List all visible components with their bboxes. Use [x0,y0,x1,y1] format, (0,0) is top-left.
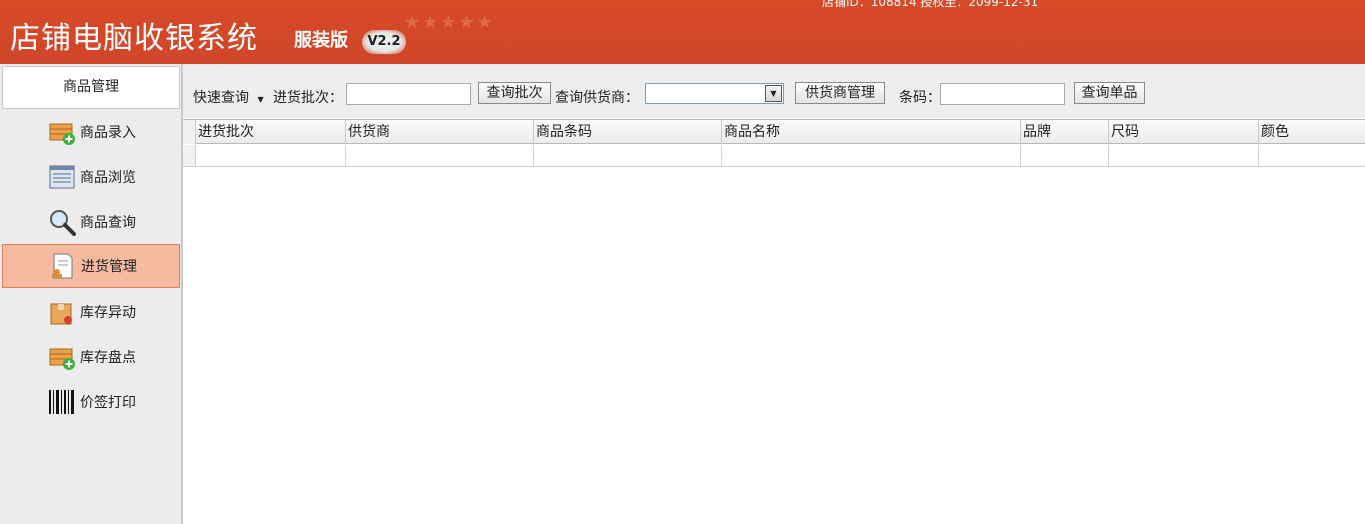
column-header[interactable]: 供货商 [346,120,534,144]
purchase-grid: 进货批次 供货商 商品条码 商品名称 品牌 尺码 颜色 [183,118,1365,524]
column-header[interactable]: 商品名称 [722,120,1021,144]
barcode-icon [49,390,74,414]
column-header[interactable]: 商品条码 [534,120,722,144]
grid-header: 进货批次 供货商 商品条码 商品名称 品牌 尺码 颜色 [183,119,1365,144]
quick-query-label: 快速查询 [193,90,249,106]
edition-label: 服装版 [294,30,348,51]
table-cell[interactable] [346,145,534,166]
row-selector-header[interactable] [183,120,196,144]
sidebar-item-label: 价签打印 [80,395,136,411]
sidebar-item-product-entry[interactable]: 商品录入 [2,110,180,154]
quick-query-dropdown[interactable]: 快速查询 ▼ [193,87,264,107]
sidebar-item-inventory-change[interactable]: 库存异动 [2,290,180,334]
table-row[interactable] [183,145,1365,167]
table-cell[interactable] [1259,145,1365,166]
sidebar-item-price-tag-print[interactable]: 价签打印 [2,380,180,424]
app-header: 店铺电脑收银系统 服装版 V2.2 ★★★★★ 店铺ID：108814 授权至：… [0,0,1365,64]
sidebar-item-product-browse[interactable]: 商品浏览 [2,155,180,199]
column-header[interactable]: 品牌 [1021,120,1109,144]
app-title: 店铺电脑收银系统 [10,21,258,56]
table-cell[interactable] [196,145,346,166]
query-batch-button[interactable]: 查询批次 [478,82,551,104]
sidebar-header[interactable]: 商品管理 [2,66,180,109]
table-cell[interactable] [1109,145,1259,166]
sidebar: 商品管理 商品录入 商品浏览 商品查询 进货管理 库存异动 库存盘点 价签打印 [0,64,183,524]
sidebar-item-label: 商品浏览 [80,170,136,186]
query-item-button[interactable]: 查询单品 [1074,82,1145,104]
sidebar-item-label: 库存异动 [80,305,136,321]
batch-label: 进货批次： [273,90,343,106]
inventory-count-icon [49,348,75,370]
sidebar-item-label: 库存盘点 [80,350,136,366]
purchase-document-icon [52,253,73,279]
dropdown-arrow-icon[interactable]: ▼ [765,85,782,102]
version-badge: V2.2 [362,30,406,54]
magnifier-icon [50,210,76,236]
product-add-icon [49,123,75,145]
sidebar-item-purchase-management[interactable]: 进货管理 [2,244,180,288]
sidebar-item-inventory-count[interactable]: 库存盘点 [2,335,180,379]
sidebar-item-label: 进货管理 [81,259,137,275]
sidebar-item-product-query[interactable]: 商品查询 [2,200,180,244]
column-header[interactable]: 进货批次 [196,120,346,144]
shop-info: 店铺ID：108814 授权至：2099-12-31 [822,0,1039,9]
table-cell[interactable] [1021,145,1109,166]
inventory-change-icon [50,303,72,325]
supplier-management-button[interactable]: 供货商管理 [795,82,885,104]
query-toolbar: 快速查询 ▼ 进货批次： 查询批次 查询供货商： ▼ 供货商管理 条码： 查询单… [183,64,1365,118]
sidebar-item-label: 商品录入 [80,125,136,141]
rating-stars-icon: ★★★★★ [404,12,495,33]
row-selector[interactable] [183,145,196,166]
product-browse-icon [49,165,75,189]
supplier-select[interactable]: ▼ [645,83,784,104]
caret-down-icon: ▼ [257,95,264,104]
table-cell[interactable] [722,145,1021,166]
table-cell[interactable] [534,145,722,166]
column-header[interactable]: 尺码 [1109,120,1259,144]
barcode-input[interactable] [940,83,1065,105]
sidebar-item-label: 商品查询 [80,215,136,231]
column-header[interactable]: 颜色 [1259,120,1365,144]
barcode-label: 条码： [899,90,941,106]
batch-input[interactable] [346,83,471,105]
supplier-label: 查询供货商： [555,90,639,106]
